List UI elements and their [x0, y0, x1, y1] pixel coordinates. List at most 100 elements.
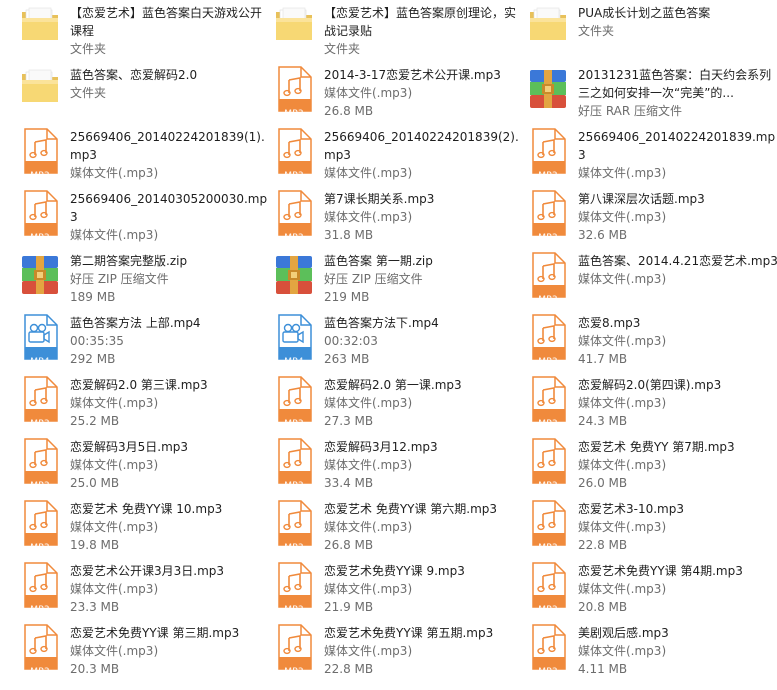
file-name: 恋爱艺术免费YY课 第4期.mp3 [578, 564, 743, 578]
file-item[interactable]: 【恋爱艺术】蓝色答案白天游戏公开课程 文件夹 [16, 4, 270, 66]
file-item[interactable]: MP3 恋爱解码3月12.mp3 媒体文件(.mp3) 33.4 MB [270, 438, 524, 500]
file-item[interactable]: MP3 恋爱艺术免费YY课 第五期.mp3 媒体文件(.mp3) 22.8 MB [270, 624, 524, 686]
mp3-file-icon: MP3 [524, 562, 572, 618]
file-name: 蓝色答案方法 上部.mp4 [70, 316, 201, 330]
file-info: 恋爱艺术 免费YY课 第六期.mp3 媒体文件(.mp3) 26.8 MB [324, 500, 524, 554]
file-type-label: 媒体文件(.mp3) [324, 396, 413, 410]
file-type-label: 00:35:35 [70, 334, 124, 348]
mp3-file-icon: MP3 [524, 438, 572, 494]
file-type-label: 媒体文件(.mp3) [324, 458, 413, 472]
file-type-badge: MP3 [538, 357, 558, 367]
file-type-label: 媒体文件(.mp3) [324, 520, 413, 534]
file-type-label: 媒体文件(.mp3) [578, 458, 667, 472]
file-type-label: 媒体文件(.mp3) [70, 166, 159, 180]
file-type-label: 媒体文件(.mp3) [324, 86, 413, 100]
file-name: 恋爱艺术3-10.mp3 [578, 502, 684, 516]
mp3-file-icon: MP3 [524, 376, 572, 432]
file-size: 22.8 MB [324, 662, 374, 676]
mp4-file-icon: MP4 [16, 314, 64, 370]
file-info: 蓝色答案 第一期.zip 好压 ZIP 压缩文件 219 MB [324, 252, 524, 306]
folder-icon [16, 66, 64, 122]
file-item[interactable]: MP3 恋爱艺术免费YY课 第4期.mp3 媒体文件(.mp3) 20.8 MB [524, 562, 777, 624]
file-item[interactable]: MP3 恋爱艺术 免费YY课 第六期.mp3 媒体文件(.mp3) 26.8 MB [270, 500, 524, 562]
file-type-badge: MP3 [538, 233, 558, 243]
mp3-file-icon: MP3 [270, 500, 318, 556]
mp3-file-icon: MP3 [270, 376, 318, 432]
file-item[interactable]: 蓝色答案、恋爱解码2.0 文件夹 [16, 66, 270, 128]
file-type-label: 媒体文件(.mp3) [578, 334, 667, 348]
file-info: 蓝色答案方法下.mp4 00:32:03 263 MB [324, 314, 524, 368]
file-name: 第7课长期关系.mp3 [324, 192, 435, 206]
mp3-file-icon: MP3 [524, 500, 572, 556]
mp3-file-icon: MP3 [524, 190, 572, 246]
file-type-label: 媒体文件(.mp3) [324, 166, 413, 180]
file-item[interactable]: 蓝色答案 第一期.zip 好压 ZIP 压缩文件 219 MB [270, 252, 524, 314]
file-size: 263 MB [324, 352, 370, 366]
file-item[interactable]: MP3 恋爱艺术公开课3月3日.mp3 媒体文件(.mp3) 23.3 MB [16, 562, 270, 624]
file-item[interactable]: MP4 蓝色答案方法 上部.mp4 00:35:35 292 MB [16, 314, 270, 376]
file-item[interactable]: 第二期答案完整版.zip 好压 ZIP 压缩文件 189 MB [16, 252, 270, 314]
file-item[interactable]: 【恋爱艺术】蓝色答案原创理论，实战记录贴 文件夹 [270, 4, 524, 66]
file-type-label: 媒体文件(.mp3) [578, 520, 667, 534]
file-item[interactable]: MP3 恋爱艺术 免费YY课 10.mp3 媒体文件(.mp3) 19.8 MB [16, 500, 270, 562]
file-item[interactable]: MP3 25669406_20140224201839.mp3 媒体文件(.mp3) [524, 128, 777, 190]
mp3-file-icon: MP3 [16, 624, 64, 680]
file-info: 恋爱艺术免费YY课 第五期.mp3 媒体文件(.mp3) 22.8 MB [324, 624, 524, 678]
file-name: 第八课深层次话题.mp3 [578, 192, 705, 206]
file-item[interactable]: MP3 25669406_20140224201839(2).mp3 媒体文件(.m… [270, 128, 524, 190]
file-type-badge: MP3 [30, 667, 50, 677]
file-type-badge: MP4 [30, 357, 50, 367]
file-grid: 【恋爱艺术】蓝色答案白天游戏公开课程 文件夹 【恋爱艺术】蓝色答案原创理论，实战记录… [0, 0, 777, 690]
file-item[interactable]: MP4 蓝色答案方法下.mp4 00:32:03 263 MB [270, 314, 524, 376]
file-item[interactable]: PUA成长计划之蓝色答案 文件夹 [524, 4, 777, 66]
file-type-badge: MP3 [30, 605, 50, 615]
file-item[interactable]: MP3 恋爱解码3月5日.mp3 媒体文件(.mp3) 25.0 MB [16, 438, 270, 500]
file-name: 恋爱艺术免费YY课 第三期.mp3 [70, 626, 240, 640]
file-info: 恋爱解码2.0 第三课.mp3 媒体文件(.mp3) 25.2 MB [70, 376, 270, 430]
file-item[interactable]: MP3 蓝色答案、2014.4.21恋爱艺术.mp3 媒体文件(.mp3) [524, 252, 777, 314]
file-type-label: 文件夹 [70, 86, 107, 100]
file-name: 恋爱艺术 免费YY课 第六期.mp3 [324, 502, 498, 516]
mp3-file-icon: MP3 [524, 128, 572, 184]
file-item[interactable]: MP3 美剧观后感.mp3 媒体文件(.mp3) 4.11 MB [524, 624, 777, 686]
file-type-badge: MP3 [538, 171, 558, 181]
file-info: 恋爱解码3月12.mp3 媒体文件(.mp3) 33.4 MB [324, 438, 524, 492]
file-type-label: 媒体文件(.mp3) [70, 458, 159, 472]
file-size: 22.8 MB [578, 538, 628, 552]
file-item[interactable]: MP3 第7课长期关系.mp3 媒体文件(.mp3) 31.8 MB [270, 190, 524, 252]
file-type-label: 媒体文件(.mp3) [578, 396, 667, 410]
file-item[interactable]: MP3 2014-3-17恋爱艺术公开课.mp3 媒体文件(.mp3) 26.8 MB [270, 66, 524, 128]
file-item[interactable]: MP3 恋爱8.mp3 媒体文件(.mp3) 41.7 MB [524, 314, 777, 376]
file-type-label: 媒体文件(.mp3) [70, 582, 159, 596]
file-type-badge: MP3 [284, 419, 304, 429]
file-item[interactable]: MP3 恋爱解码2.0 第三课.mp3 媒体文件(.mp3) 25.2 MB [16, 376, 270, 438]
mp3-file-icon: MP3 [270, 562, 318, 618]
file-size: 33.4 MB [324, 476, 374, 490]
folder-icon [524, 4, 572, 60]
file-name: 恋爱艺术 免费YY课 10.mp3 [70, 502, 223, 516]
mp3-file-icon: MP3 [16, 376, 64, 432]
file-type-badge: MP3 [538, 605, 558, 615]
mp3-file-icon: MP3 [16, 438, 64, 494]
file-type-label: 好压 ZIP 压缩文件 [70, 272, 169, 286]
file-item[interactable]: MP3 恋爱艺术 免费YY 第7期.mp3 媒体文件(.mp3) 26.0 MB [524, 438, 777, 500]
file-info: 蓝色答案、2014.4.21恋爱艺术.mp3 媒体文件(.mp3) [578, 252, 777, 288]
file-item[interactable]: MP3 第八课深层次话题.mp3 媒体文件(.mp3) 32.6 MB [524, 190, 777, 252]
file-item[interactable]: MP3 恋爱解码2.0(第四课).mp3 媒体文件(.mp3) 24.3 MB [524, 376, 777, 438]
file-item[interactable]: MP3 恋爱艺术3-10.mp3 媒体文件(.mp3) 22.8 MB [524, 500, 777, 562]
file-item[interactable]: MP3 恋爱艺术免费YY课 第三期.mp3 媒体文件(.mp3) 20.3 MB [16, 624, 270, 686]
file-info: 【恋爱艺术】蓝色答案原创理论，实战记录贴 文件夹 [324, 4, 524, 58]
file-item[interactable]: MP3 恋爱艺术免费YY课 9.mp3 媒体文件(.mp3) 21.9 MB [270, 562, 524, 624]
file-name: 25669406_20140224201839(2).mp3 [324, 130, 519, 162]
file-item[interactable]: 20131231蓝色答案：白天约会系列三之如何安排一次“完美”的... 好压 RA… [524, 66, 777, 128]
file-item[interactable]: MP3 25669406_20140224201839(1).mp3 媒体文件(.m… [16, 128, 270, 190]
zip-archive-icon [16, 252, 64, 308]
file-name: 美剧观后感.mp3 [578, 626, 669, 640]
mp3-file-icon: MP3 [524, 252, 572, 308]
file-type-badge: MP3 [538, 295, 558, 305]
mp3-file-icon: MP3 [16, 190, 64, 246]
file-info: 【恋爱艺术】蓝色答案白天游戏公开课程 文件夹 [70, 4, 270, 58]
file-name: 【恋爱艺术】蓝色答案原创理论，实战记录贴 [324, 6, 517, 38]
file-item[interactable]: MP3 25669406_20140305200030.mp3 媒体文件(.mp3) [16, 190, 270, 252]
file-item[interactable]: MP3 恋爱解码2.0 第一课.mp3 媒体文件(.mp3) 27.3 MB [270, 376, 524, 438]
